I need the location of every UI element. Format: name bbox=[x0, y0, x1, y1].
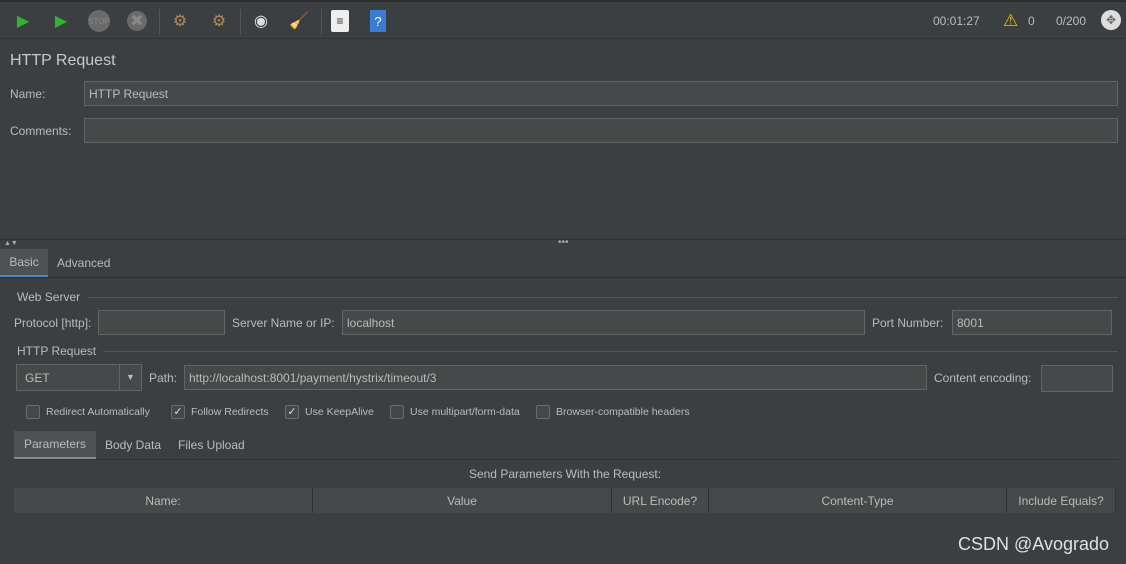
tab-body-data[interactable]: Body Data bbox=[105, 438, 161, 452]
clear-all-icon[interactable]: ⚙ bbox=[208, 10, 230, 32]
browser-compatible-checkbox[interactable] bbox=[536, 405, 550, 419]
params-caption: Send Parameters With the Request: bbox=[468, 467, 662, 481]
protocol-input[interactable] bbox=[98, 310, 225, 335]
tab-label: Parameters bbox=[23, 437, 87, 451]
column-header-include-equals[interactable]: Include Equals? bbox=[1007, 488, 1116, 513]
http-request-legend: HTTP Request bbox=[17, 344, 97, 358]
column-header-url-encode[interactable]: URL Encode? bbox=[612, 488, 709, 513]
warning-icon[interactable]: ⚠ bbox=[1003, 11, 1018, 31]
tab-files-upload[interactable]: Files Upload bbox=[178, 438, 245, 452]
warning-count: 0 bbox=[1028, 14, 1035, 28]
encoding-input[interactable] bbox=[1041, 365, 1113, 392]
method-value: GET bbox=[25, 370, 50, 385]
tab-parameters[interactable]: Parameters bbox=[14, 431, 96, 459]
checkbox-label: Use KeepAlive bbox=[305, 406, 374, 418]
search-icon[interactable]: ◉ bbox=[250, 10, 272, 32]
protocol-label: Protocol [http]: bbox=[14, 316, 92, 330]
name-input[interactable]: HTTP Request bbox=[84, 81, 1118, 106]
shutdown-icon[interactable]: ✖ bbox=[127, 11, 147, 31]
port-input[interactable]: 8001 bbox=[952, 310, 1112, 335]
chevron-down-icon[interactable]: ▼ bbox=[119, 365, 141, 390]
path-label: Path: bbox=[149, 371, 178, 385]
reset-search-icon[interactable]: 🧹 bbox=[288, 10, 310, 32]
tab-basic[interactable]: Basic bbox=[0, 249, 48, 277]
page-title: HTTP Request bbox=[10, 52, 116, 69]
column-header-name[interactable]: Name: bbox=[14, 488, 313, 513]
toolbar: ▶ ▶ STOP ✖ ⚙ ⚙ ◉ 🧹 ≡ ? 00:01:27 ⚠ 0 0/20… bbox=[0, 0, 1126, 39]
follow-redirects-checkbox[interactable]: ✓ bbox=[171, 405, 185, 419]
split-divider[interactable]: ▲▼ ••• bbox=[0, 237, 1126, 248]
elapsed-timer: 00:01:27 bbox=[933, 14, 980, 28]
checkbox-label: Use multipart/form-data bbox=[410, 406, 520, 418]
checkbox-label: Browser-compatible headers bbox=[556, 406, 690, 418]
server-label: Server Name or IP: bbox=[232, 316, 335, 330]
method-select[interactable]: GET ▼ bbox=[16, 364, 142, 391]
web-server-legend: Web Server bbox=[17, 290, 81, 304]
active-threads: 0/200 bbox=[1056, 14, 1087, 28]
path-input[interactable]: http://localhost:8001/payment/hystrix/ti… bbox=[184, 365, 927, 390]
multipart-checkbox[interactable] bbox=[390, 405, 404, 419]
remote-icon[interactable]: ✥ bbox=[1101, 10, 1121, 30]
function-helper-icon[interactable]: ≡ bbox=[331, 10, 349, 32]
column-header-content-type[interactable]: Content-Type bbox=[709, 488, 1007, 513]
column-header-value[interactable]: Value bbox=[313, 488, 612, 513]
checkbox-label: Redirect Automatically bbox=[46, 406, 150, 418]
start-no-pause-icon[interactable]: ▶ bbox=[50, 10, 72, 32]
help-icon[interactable]: ? bbox=[370, 10, 386, 32]
watermark: CSDN @Avogrado bbox=[958, 534, 1110, 554]
port-label: Port Number: bbox=[872, 316, 944, 330]
checkbox-label: Follow Redirects bbox=[191, 406, 269, 418]
encoding-label: Content encoding: bbox=[934, 371, 1032, 385]
use-keepalive-checkbox[interactable]: ✓ bbox=[285, 405, 299, 419]
tab-label: Basic bbox=[9, 255, 39, 269]
tab-advanced[interactable]: Advanced bbox=[57, 256, 110, 270]
stop-icon[interactable]: STOP bbox=[88, 10, 110, 32]
comments-label: Comments: bbox=[10, 124, 72, 138]
redirect-automatically-checkbox[interactable] bbox=[26, 405, 40, 419]
name-label: Name: bbox=[10, 87, 46, 101]
start-icon[interactable]: ▶ bbox=[12, 10, 34, 32]
server-input[interactable]: localhost bbox=[342, 310, 865, 335]
clear-icon[interactable]: ⚙ bbox=[169, 10, 191, 32]
comments-input[interactable] bbox=[84, 118, 1118, 143]
